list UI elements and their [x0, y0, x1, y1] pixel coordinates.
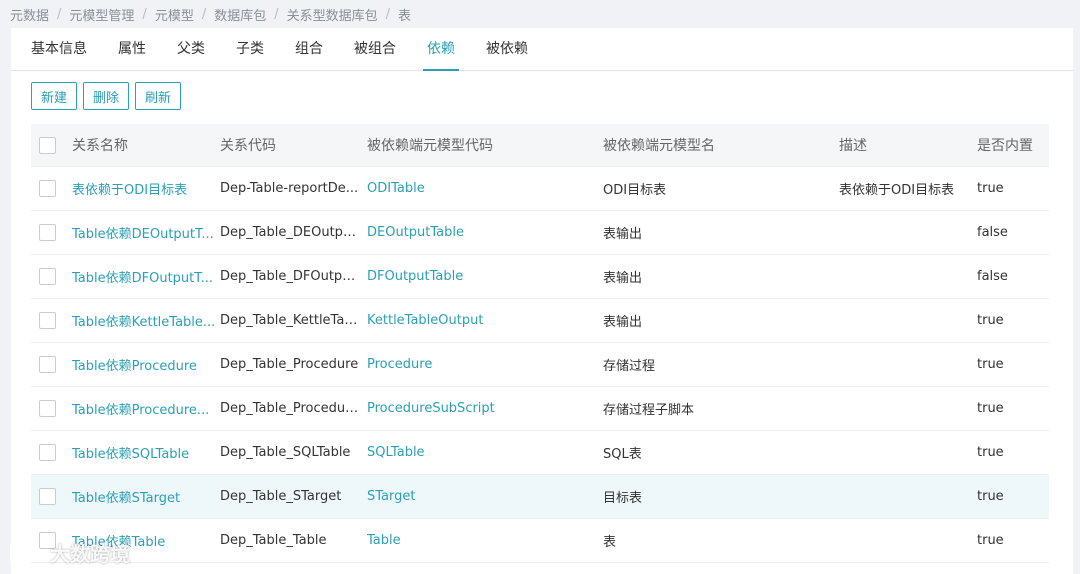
brand-logo-icon	[10, 544, 41, 562]
header-builtin[interactable]: 是否内置	[977, 135, 1049, 155]
header-target-code[interactable]: 被依赖端元模型代码	[367, 135, 603, 155]
relation-code: Dep_Table_SQLTable	[220, 445, 351, 460]
tab-composed-by[interactable]: 被组合	[354, 38, 396, 70]
header-description[interactable]: 描述	[839, 135, 977, 155]
dependency-table: 关系名称 关系代码 被依赖端元模型代码 被依赖端元模型名 描述 是否内置 表依赖…	[31, 124, 1049, 563]
tab-dependency[interactable]: 依赖	[423, 38, 459, 71]
target-name: 表输出	[603, 271, 643, 286]
table-row[interactable]: Table依赖SQLTable Dep_Table_SQLTable SQLTabl…	[31, 431, 1049, 475]
target-code-link[interactable]: ProcedureSubScript	[367, 401, 603, 416]
builtin-value: true	[977, 489, 1004, 504]
target-code-link[interactable]: ODITable	[367, 181, 603, 196]
table-row[interactable]: Table依赖KettleTable... Dep_Table_KettleTab…	[31, 299, 1049, 343]
target-code-link[interactable]: KettleTableOutput	[367, 313, 603, 328]
content-card: 基本信息 属性 父类 子类 组合 被组合 依赖 被依赖 新建 删除 刷新 关系名…	[11, 28, 1073, 574]
relation-code: Dep_Table_Table	[220, 533, 327, 548]
relation-code: Dep_Table_Procedur...	[220, 401, 362, 416]
tab-parent[interactable]: 父类	[177, 38, 205, 70]
builtin-value: true	[977, 313, 1004, 328]
header-target-name[interactable]: 被依赖端元模型名	[603, 135, 839, 155]
watermark: 大数跨境	[8, 538, 130, 567]
relation-code: Dep_Table_DFOutpu...	[220, 269, 363, 284]
target-name: SQL表	[603, 447, 642, 462]
breadcrumb-item[interactable]: 关系型数据库包	[287, 5, 378, 24]
checkbox-icon[interactable]	[39, 356, 56, 373]
checkbox-icon[interactable]	[39, 224, 56, 241]
checkbox-icon[interactable]	[39, 488, 56, 505]
header-relation-code[interactable]: 关系代码	[220, 135, 367, 155]
breadcrumb-item[interactable]: 数据库包	[214, 5, 266, 24]
tab-depended-by[interactable]: 被依赖	[486, 38, 528, 70]
relation-name-link[interactable]: Table依赖DFOutputT...	[72, 267, 220, 286]
table-row[interactable]: Table依赖STarget Dep_Table_STarget STarget 目标…	[31, 475, 1049, 519]
target-code-link[interactable]: Table	[367, 533, 603, 548]
relation-name-link[interactable]: Table依赖STarget	[72, 487, 220, 506]
table-header: 关系名称 关系代码 被依赖端元模型代码 被依赖端元模型名 描述 是否内置	[31, 124, 1049, 167]
target-name: 表输出	[603, 315, 643, 330]
builtin-value: false	[977, 269, 1008, 284]
checkbox-icon[interactable]	[39, 312, 56, 329]
table-row[interactable]: 表依赖于ODI目标表 Dep-Table-reportDe... ODITable O…	[31, 167, 1049, 211]
relation-name-link[interactable]: Table依赖SQLTable	[72, 443, 220, 462]
select-all-checkbox-icon[interactable]	[39, 136, 56, 154]
tab-attributes[interactable]: 属性	[118, 38, 146, 70]
header-relation-name[interactable]: 关系名称	[72, 135, 220, 155]
relation-name-link[interactable]: Table依赖KettleTable...	[72, 311, 220, 330]
builtin-value: true	[977, 181, 1004, 196]
description: 表依赖于ODI目标表	[839, 183, 955, 198]
target-name: 存储过程	[603, 359, 656, 374]
target-code-link[interactable]: DEOutputTable	[367, 225, 603, 240]
tab-children[interactable]: 子类	[236, 38, 264, 70]
table-row[interactable]: Table依赖Procedure Dep_Table_Procedure Proce…	[31, 343, 1049, 387]
target-name: ODI目标表	[603, 183, 667, 198]
builtin-value: true	[977, 533, 1004, 548]
builtin-value: false	[977, 225, 1008, 240]
table-row[interactable]: Table依赖DEOutputT... Dep_Table_DEOutpu... D…	[31, 211, 1049, 255]
relation-code: Dep_Table_KettleTab...	[220, 313, 365, 328]
relation-name-link[interactable]: Table依赖DEOutputT...	[72, 223, 220, 242]
tab-bar: 基本信息 属性 父类 子类 组合 被组合 依赖 被依赖	[11, 28, 1073, 71]
relation-name-link[interactable]: Table依赖Procedure	[72, 355, 220, 374]
relation-code: Dep_Table_STarget	[220, 489, 342, 504]
builtin-value: true	[977, 401, 1004, 416]
tab-composition[interactable]: 组合	[295, 38, 323, 70]
breadcrumb-item[interactable]: 元模型	[155, 5, 194, 24]
target-code-link[interactable]: SQLTable	[367, 445, 603, 460]
relation-name-link[interactable]: Table依赖Procedure...	[72, 399, 220, 418]
breadcrumb-item[interactable]: 元数据	[10, 5, 49, 24]
target-name: 表	[603, 535, 617, 550]
checkbox-icon[interactable]	[39, 268, 56, 285]
breadcrumb: 元数据 / 元模型管理 / 元模型 / 数据库包 / 关系型数据库包 / 表	[10, 5, 412, 24]
delete-button[interactable]: 删除	[83, 82, 130, 110]
tab-basic-info[interactable]: 基本信息	[31, 38, 87, 70]
table-row[interactable]: Table依赖Table Dep_Table_Table Table 表 true	[31, 519, 1049, 563]
relation-name-link[interactable]: 表依赖于ODI目标表	[72, 179, 220, 198]
target-code-link[interactable]: DFOutputTable	[367, 269, 603, 284]
checkbox-icon[interactable]	[39, 400, 56, 417]
builtin-value: true	[977, 357, 1004, 372]
watermark-text: 大数跨境	[50, 542, 130, 566]
table-row[interactable]: Table依赖DFOutputT... Dep_Table_DFOutpu... D…	[31, 255, 1049, 299]
relation-code: Dep_Table_Procedure	[220, 357, 359, 372]
new-button[interactable]: 新建	[31, 82, 78, 110]
toolbar: 新建 删除 刷新	[31, 82, 182, 110]
refresh-button[interactable]: 刷新	[135, 82, 182, 110]
target-code-link[interactable]: STarget	[367, 489, 603, 504]
relation-code: Dep_Table_DEOutpu...	[220, 225, 364, 240]
checkbox-icon[interactable]	[39, 180, 56, 197]
target-code-link[interactable]: Procedure	[367, 357, 603, 372]
relation-code: Dep-Table-reportDe...	[220, 181, 359, 196]
target-name: 目标表	[603, 491, 643, 506]
target-name: 存储过程子脚本	[603, 403, 695, 418]
breadcrumb-item[interactable]: 元模型管理	[69, 5, 134, 24]
builtin-value: true	[977, 445, 1004, 460]
target-name: 表输出	[603, 227, 643, 242]
breadcrumb-item-current: 表	[398, 8, 412, 24]
checkbox-icon[interactable]	[39, 444, 56, 461]
table-row[interactable]: Table依赖Procedure... Dep_Table_Procedur...…	[31, 387, 1049, 431]
